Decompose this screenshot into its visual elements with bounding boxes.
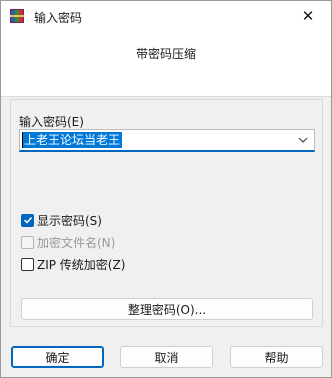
zip-legacy-checkbox[interactable] — [21, 257, 34, 271]
header-area: 带密码压缩 — [1, 31, 331, 97]
close-button[interactable]: ✕ — [285, 1, 331, 31]
organize-passwords-button[interactable]: 整理密码(O)... — [21, 298, 313, 320]
window-title: 输入密码 — [34, 11, 83, 25]
encrypt-filenames-checkbox — [21, 235, 34, 249]
encrypt-filenames-option: 加密文件名(N) — [21, 234, 115, 250]
help-button[interactable]: 帮助 — [230, 346, 323, 368]
show-password-option[interactable]: 显示密码(S) — [21, 212, 102, 228]
text-caret — [22, 132, 23, 148]
password-dialog: 输入密码 ✕ 带密码压缩 输入密码(E) 上老王论坛当老王 显示密码(S) 加密… — [0, 0, 332, 378]
encrypt-filenames-label: 加密文件名(N) — [37, 235, 116, 250]
show-password-checkbox[interactable] — [21, 213, 34, 227]
checkmark-icon — [23, 216, 32, 224]
password-input-value[interactable]: 上老王论坛当老王 — [22, 132, 123, 148]
title-bar[interactable]: 输入密码 ✕ — [1, 1, 331, 31]
dialog-subtitle: 带密码压缩 — [135, 47, 196, 61]
show-password-label: 显示密码(S) — [37, 213, 102, 228]
chevron-down-icon[interactable] — [298, 135, 308, 145]
ok-button[interactable]: 确定 — [11, 346, 104, 368]
winrar-icon — [10, 9, 24, 23]
password-combobox[interactable]: 上老王论坛当老王 — [19, 129, 315, 152]
zip-legacy-label: ZIP 传统加密(Z) — [37, 257, 126, 272]
password-label: 输入密码(E) — [19, 115, 84, 129]
close-icon: ✕ — [301, 7, 315, 25]
cancel-button[interactable]: 取消 — [120, 346, 213, 368]
zip-legacy-option[interactable]: ZIP 传统加密(Z) — [21, 256, 125, 272]
